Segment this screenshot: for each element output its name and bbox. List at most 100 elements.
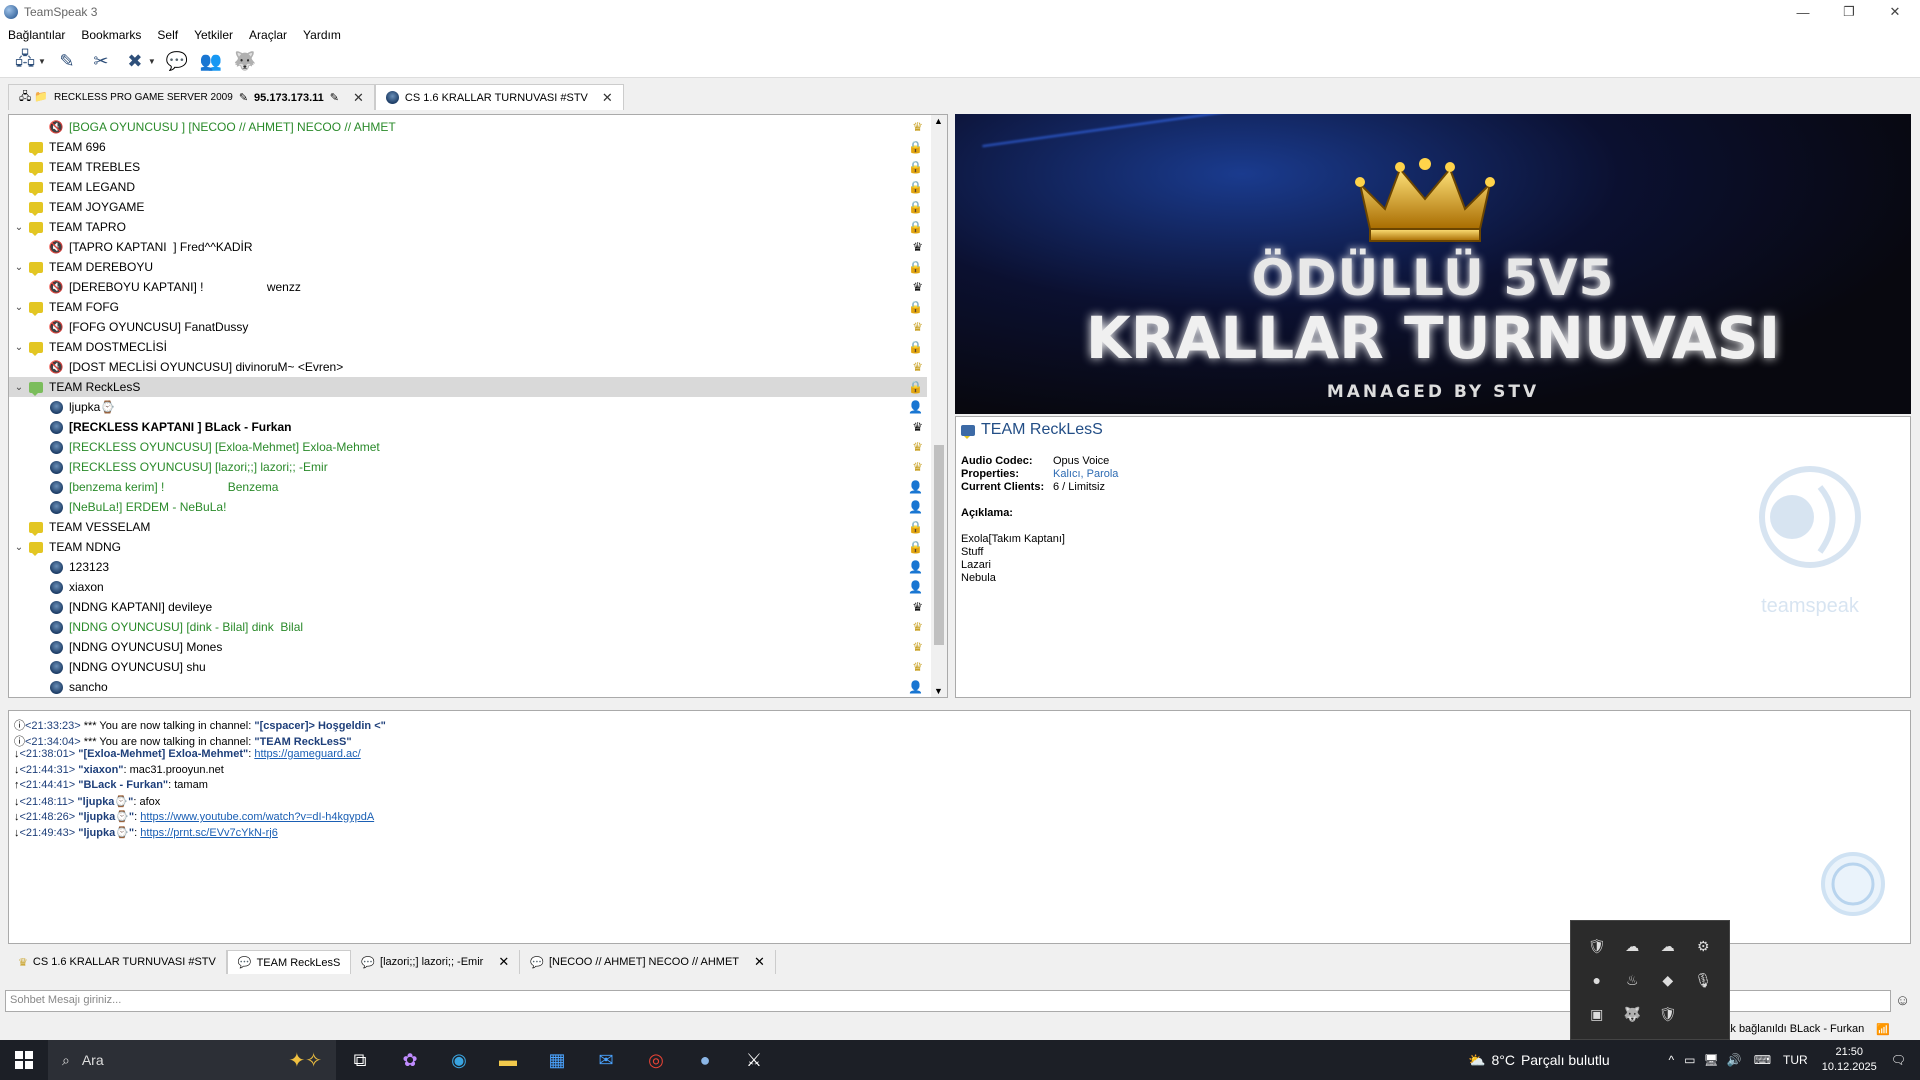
weather-widget[interactable]: ⛅ 8°C Parçalı bulutlu — [1468, 1040, 1610, 1080]
expand-toggle-icon[interactable]: ⌄ — [13, 222, 25, 233]
scroll-down-icon[interactable]: ▼ — [934, 686, 943, 696]
clock[interactable]: 21:50 10.12.2025 — [1822, 1045, 1877, 1075]
channel-row[interactable]: TEAM TREBLES 🔒 — [9, 157, 927, 177]
client-row[interactable]: 🔇 [DEREBOYU KAPTANI] ! wenzz ♛ — [9, 277, 927, 297]
channel-row[interactable]: ⌄ TEAM DOSTMECLİSİ 🔒 — [9, 337, 927, 357]
channel-row[interactable]: ⌄ TEAM NDNG 🔒 — [9, 537, 927, 557]
close-icon[interactable]: ✕ — [754, 954, 765, 970]
client-row[interactable]: ljupka⌚ 👤 — [9, 397, 927, 417]
chat-tab[interactable]: ♛ CS 1.6 KRALLAR TURNUVASI #STV — [8, 950, 227, 974]
store-icon[interactable]: ▦ — [541, 1046, 573, 1074]
channel-row[interactable]: ⌄ TEAM TAPRO 🔒 — [9, 217, 927, 237]
taskbar-search[interactable]: ⌕ Ara ✦✧ — [48, 1040, 336, 1080]
mute-speakers-icon[interactable]: ✖ — [122, 50, 148, 74]
maximize-button[interactable]: ❐ — [1826, 0, 1872, 24]
expand-toggle-icon[interactable]: ⌄ — [13, 542, 25, 553]
client-row[interactable]: sancho 👤 — [9, 677, 927, 697]
channel-row[interactable]: TEAM VESSELAM 🔒 — [9, 517, 927, 537]
anydesk-icon[interactable]: ◆ — [1650, 963, 1686, 997]
menu-tools[interactable]: Araçlar — [241, 28, 295, 42]
client-row[interactable]: 123123 👤 — [9, 557, 927, 577]
server-tab-cs16[interactable]: CS 1.6 KRALLAR TURNUVASI #STV ✕ — [374, 84, 624, 110]
mute-microphone-icon[interactable]: ✂ — [88, 50, 114, 74]
channel-row[interactable]: TEAM JOYGAME 🔒 — [9, 197, 927, 217]
cloud-off-icon[interactable]: ☁ — [1615, 929, 1651, 963]
network-icon[interactable]: 🖥 — [1704, 1053, 1719, 1067]
edge-icon[interactable]: ◉ — [443, 1046, 475, 1074]
chat-link[interactable]: https://prnt.sc/EVv7cYkN-rj6 — [140, 827, 278, 839]
scroll-up-icon[interactable]: ▲ — [934, 116, 943, 126]
wolf-icon[interactable]: 🐺 — [232, 50, 258, 74]
server-tab-reckless[interactable]: 🖧 📁 RECKLESS PRO GAME SERVER 2009 ✎ 95.1… — [8, 84, 375, 110]
language-indicator[interactable]: TUR — [1783, 1053, 1808, 1067]
client-row[interactable]: [NDNG OYUNCUSU] shu ♛ — [9, 657, 927, 677]
away-icon[interactable]: 💬 — [164, 50, 190, 74]
close-icon[interactable]: ✕ — [498, 954, 509, 970]
channel-row[interactable]: TEAM 696 🔒 — [9, 137, 927, 157]
contacts-icon[interactable]: 👥 — [198, 50, 224, 74]
copilot-icon[interactable]: ✿ — [394, 1046, 426, 1074]
expand-toggle-icon[interactable]: ⌄ — [13, 342, 25, 353]
client-row[interactable]: xiaxon 👤 — [9, 577, 927, 597]
chevron-down-icon[interactable]: ▼ — [38, 57, 46, 66]
menu-help[interactable]: Yardım — [295, 28, 349, 42]
scrollbar[interactable]: ▲ ▼ — [931, 115, 947, 697]
emoji-icon[interactable]: ☺ — [1895, 992, 1910, 1009]
meet-now-icon[interactable]: ▭ — [1684, 1053, 1695, 1067]
steam-icon[interactable]: ♨ — [1615, 963, 1651, 997]
close-icon[interactable]: ✕ — [602, 90, 613, 106]
channel-tree[interactable]: 🔇 [BOGA OYUNCUSU ] [NECOO // AHMET] NECOO… — [8, 114, 948, 698]
client-row[interactable]: [RECKLESS OYUNCUSU] [lazori;;] lazori;; … — [9, 457, 927, 477]
client-row[interactable]: [NDNG KAPTANI] devileye ♛ — [9, 597, 927, 617]
chrome-icon[interactable]: ◎ — [640, 1046, 672, 1074]
shield-app-icon[interactable]: 🛡 — [1579, 929, 1615, 963]
teamspeak-tray-icon[interactable]: ● — [1579, 963, 1615, 997]
expand-toggle-icon[interactable]: ⌄ — [13, 262, 25, 273]
chat-log[interactable]: ⓘ<21:33:23> *** You are now talking in c… — [8, 710, 1911, 944]
close-button[interactable]: ✕ — [1872, 0, 1918, 24]
client-row[interactable]: [benzema kerim] ! Benzema 👤 — [9, 477, 927, 497]
defender-icon[interactable]: 🛡 — [1650, 997, 1686, 1031]
expand-toggle-icon[interactable]: ⌄ — [13, 302, 25, 313]
chat-tab[interactable]: 💬 [lazori;;] lazori;; -Emir ✕ — [351, 950, 521, 974]
menu-bookmarks[interactable]: Bookmarks — [73, 28, 149, 42]
cloud-off-icon[interactable]: ☁ — [1650, 929, 1686, 963]
menu-connections[interactable]: Bağlantılar — [0, 28, 73, 42]
chat-tab[interactable]: 💬 TEAM ReckLesS — [226, 950, 352, 974]
wolf-tray-icon[interactable]: 🐺 — [1615, 997, 1651, 1031]
chevron-down-icon[interactable]: ▼ — [148, 57, 156, 66]
chat-tab[interactable]: 💬 [NECOO // AHMET] NECOO // AHMET ✕ — [520, 950, 776, 974]
client-row[interactable]: 🔇 [TAPRO KAPTANI ] Fred^^KADİR ♛ — [9, 237, 927, 257]
notification-icon[interactable]: 🗨 — [1891, 1053, 1906, 1067]
microphone-icon[interactable]: 🎙 — [1686, 963, 1722, 997]
scrollbar-thumb[interactable] — [934, 445, 944, 645]
file-explorer-icon[interactable]: ▬ — [492, 1046, 524, 1074]
keyboard-icon[interactable]: ⌨ — [1754, 1053, 1771, 1067]
menu-self[interactable]: Self — [149, 28, 186, 42]
channel-row[interactable]: TEAM LEGAND 🔒 — [9, 177, 927, 197]
teamspeak-taskbar-icon[interactable]: ● — [689, 1046, 721, 1074]
disconnect-icon[interactable]: ✎ — [54, 50, 80, 74]
nvidia-icon[interactable]: ▣ — [1579, 997, 1615, 1031]
expand-toggle-icon[interactable]: ⌄ — [13, 382, 25, 393]
volume-icon[interactable]: 🔊 — [1727, 1053, 1742, 1067]
channel-row[interactable]: ⌄ TEAM ReckLesS 🔒 — [9, 377, 927, 397]
client-row[interactable]: [RECKLESS OYUNCUSU] [Exloa-Mehmet] Exloa… — [9, 437, 927, 457]
chat-link[interactable]: https://gameguard.ac/ — [254, 748, 360, 760]
mail-icon[interactable]: ✉ — [590, 1046, 622, 1074]
settings-icon[interactable]: ⚙ — [1686, 929, 1722, 963]
menu-permissions[interactable]: Yetkiler — [186, 28, 241, 42]
client-row[interactable]: [NDNG OYUNCUSU] [dink - Bilal] dink Bila… — [9, 617, 927, 637]
client-row[interactable]: [NeBuLa!] ERDEM - NeBuLa! 👤 — [9, 497, 927, 517]
client-row[interactable]: 🔇 [FOFG OYUNCUSU] FanatDussy ♛ — [9, 317, 927, 337]
client-row[interactable]: 🔇 [BOGA OYUNCUSU ] [NECOO // AHMET] NECOO… — [9, 117, 927, 137]
client-row[interactable]: [NDNG OYUNCUSU] Mones ♛ — [9, 637, 927, 657]
channel-row[interactable]: ⌄ TEAM FOFG 🔒 — [9, 297, 927, 317]
channel-row[interactable]: ⌄ TEAM DEREBOYU 🔒 — [9, 257, 927, 277]
minimize-button[interactable]: — — [1780, 0, 1826, 24]
close-icon[interactable]: ✕ — [353, 90, 364, 106]
start-button[interactable] — [0, 1040, 48, 1080]
client-row[interactable]: 🔇 [DOST MECLİSİ OYUNCUSU] divinoruM~ <Evr… — [9, 357, 927, 377]
chevron-up-icon[interactable]: ^ — [1669, 1053, 1675, 1067]
connect-icon[interactable]: 🖧 — [12, 49, 38, 74]
